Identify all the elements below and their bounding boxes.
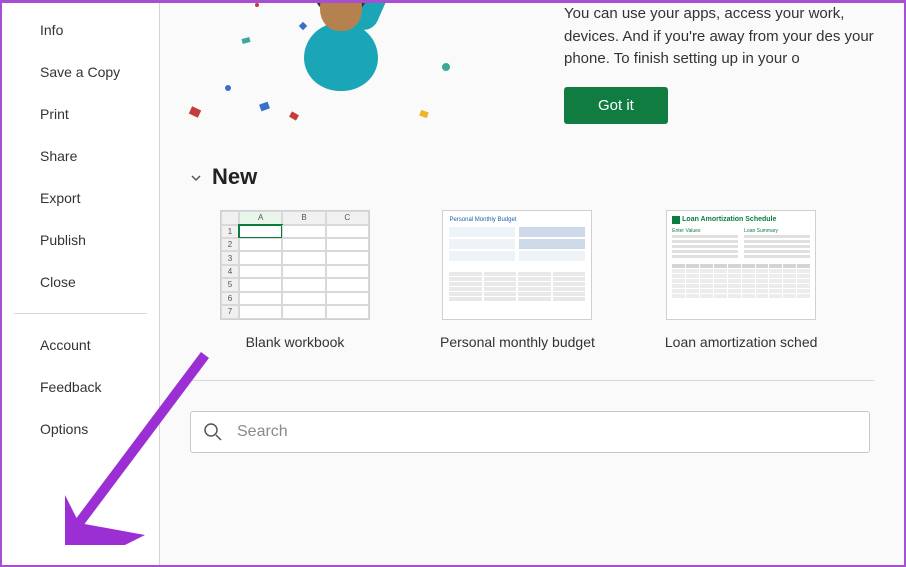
- banner-illustration: [190, 3, 540, 123]
- sidebar-item-account[interactable]: Account: [2, 324, 159, 366]
- template-label: Loan amortization sched: [665, 334, 818, 350]
- backstage-sidebar: Info Save a Copy Print Share Export Publ…: [2, 3, 160, 565]
- main-panel: You can use your apps, access your work,…: [160, 3, 904, 565]
- sidebar-item-feedback[interactable]: Feedback: [2, 366, 159, 408]
- setup-banner: You can use your apps, access your work,…: [190, 3, 874, 124]
- sidebar-item-options[interactable]: Options: [2, 408, 159, 450]
- sidebar-item-print[interactable]: Print: [2, 93, 159, 135]
- template-thumb-loan: Loan Amortization Schedule Enter Values …: [666, 210, 816, 320]
- sidebar-item-publish[interactable]: Publish: [2, 219, 159, 261]
- templates-row: ABC 1 2 3 4 5 6 7 Blank workbook Persona…: [190, 210, 874, 350]
- template-thumb-blank: ABC 1 2 3 4 5 6 7: [220, 210, 370, 320]
- chevron-down-icon: [190, 171, 202, 183]
- template-loan-amortization[interactable]: Loan Amortization Schedule Enter Values …: [665, 210, 818, 350]
- sidebar-item-share[interactable]: Share: [2, 135, 159, 177]
- sidebar-item-export[interactable]: Export: [2, 177, 159, 219]
- sidebar-item-info[interactable]: Info: [2, 9, 159, 51]
- section-title-new: New: [212, 164, 257, 190]
- divider: [190, 380, 874, 381]
- got-it-button[interactable]: Got it: [564, 87, 668, 124]
- template-thumb-budget: Personal Monthly Budget: [442, 210, 592, 320]
- search-icon: [203, 422, 223, 442]
- new-section-header[interactable]: New: [190, 164, 874, 190]
- banner-text: You can use your apps, access your work,…: [564, 3, 874, 71]
- sidebar-item-save-copy[interactable]: Save a Copy: [2, 51, 159, 93]
- sidebar-item-close[interactable]: Close: [2, 261, 159, 303]
- search-box[interactable]: [190, 411, 870, 453]
- template-blank-workbook[interactable]: ABC 1 2 3 4 5 6 7 Blank workbook: [220, 210, 370, 350]
- search-input[interactable]: [237, 423, 857, 441]
- template-label: Personal monthly budget: [440, 334, 595, 350]
- template-personal-budget[interactable]: Personal Monthly Budget Personal monthly…: [440, 210, 595, 350]
- template-label: Blank workbook: [246, 334, 345, 350]
- sidebar-divider: [14, 313, 147, 314]
